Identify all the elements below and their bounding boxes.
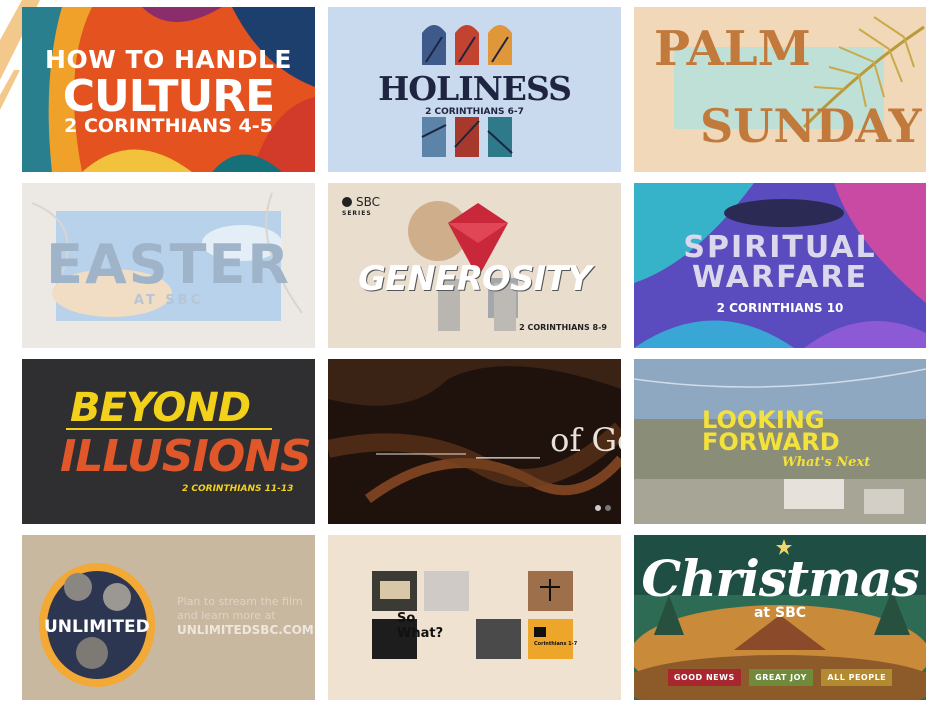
series-tile-christmas[interactable]: Christmas at SBC GOOD NEWS GREAT JOY ALL… [634, 535, 926, 700]
series-tile-generosity[interactable]: SBC SERIES GENEROSITY 2 CORINTHIANS 8-9 [328, 183, 621, 348]
tile-title: LOOKING FORWARD [702, 406, 840, 456]
tag-all-people: ALL PEOPLE [821, 669, 893, 686]
tile-title-second: SUNDAY [700, 99, 922, 153]
tile-title: SPIRITUAL WARFARE [683, 230, 877, 295]
tile-subtitle: at SBC [753, 605, 807, 621]
tile-title: BEYOND [70, 385, 251, 431]
series-tile-spiritual-warfare[interactable]: SPIRITUAL WARFARE 2 CORINTHIANS 10 [634, 183, 926, 348]
tag-great-joy: GREAT JOY [749, 669, 813, 686]
tile-title: HOW TO HANDLE [45, 45, 292, 74]
tag-good-news: GOOD NEWS [667, 669, 741, 686]
tile-title: ____ of God [476, 421, 621, 459]
tile-title: HOLINESS [378, 69, 572, 108]
carousel-dot[interactable] [605, 505, 611, 511]
tile-title: UNLIMITED [44, 617, 150, 637]
series-tile-unlimited[interactable]: UNLIMITED Plan to stream the film and lea… [22, 535, 315, 700]
sbc-logo-icon [342, 197, 352, 207]
tile-subtitle: 2 CORINTHIANS 10 [716, 301, 844, 315]
tile-subtitle: AT SBC [133, 293, 204, 308]
tile-subtitle: What's Next [782, 455, 871, 470]
tile-subtitle: 2 CORINTHIANS 6-7 [425, 107, 524, 117]
tile-subtitle: 2 CORINTHIANS 8-9 [519, 323, 607, 332]
carousel-dots[interactable] [591, 498, 611, 516]
tag-row: GOOD NEWS GREAT JOY ALL PEOPLE [634, 667, 926, 686]
series-tile-holiness[interactable]: HOLINESS 2 CORINTHIANS 6-7 [328, 7, 621, 172]
tile-subtitle: 2 CORINTHIANS 4-5 [64, 115, 273, 137]
series-tile-palm-sunday[interactable]: PALM SUNDAY [634, 7, 926, 172]
series-tile-culture[interactable]: HOW TO HANDLE CULTURE 2 CORINTHIANS 4-5 [22, 7, 315, 172]
tile-title-second: ILLUSIONS [60, 431, 312, 482]
series-tile-of-god[interactable]: ____ of God [328, 359, 621, 524]
series-tile-easter[interactable]: EASTER AT SBC [22, 183, 315, 348]
series-tile-so-what[interactable]: So What? Corinthians 1-7 [328, 535, 621, 700]
sermon-series-grid: HOW TO HANDLE CULTURE 2 CORINTHIANS 4-5 … [22, 7, 926, 707]
series-tile-looking-forward[interactable]: LOOKING FORWARD What's Next [634, 359, 926, 524]
tile-title: PALM [654, 21, 811, 77]
tile-title: Christmas [641, 549, 919, 608]
tile-title: EASTER [46, 233, 291, 296]
tile-title: So What? [397, 611, 444, 641]
series-label: SERIES [342, 210, 372, 217]
tile-title: GENEROSITY [358, 259, 592, 299]
tile-url: UNLIMITEDSBC.COM [177, 623, 314, 637]
sbc-badge: SBC [342, 195, 380, 209]
tile-subtitle: Corinthians 1-7 [534, 641, 578, 647]
carousel-dot[interactable] [595, 505, 601, 511]
series-tile-beyond-illusions[interactable]: BEYOND ILLUSIONS 2 CORINTHIANS 11-13 [22, 359, 315, 524]
tile-text: Plan to stream the film and learn more at [177, 595, 303, 622]
tile-subtitle: 2 CORINTHIANS 11-13 [182, 484, 294, 494]
photo-collage [328, 535, 621, 700]
